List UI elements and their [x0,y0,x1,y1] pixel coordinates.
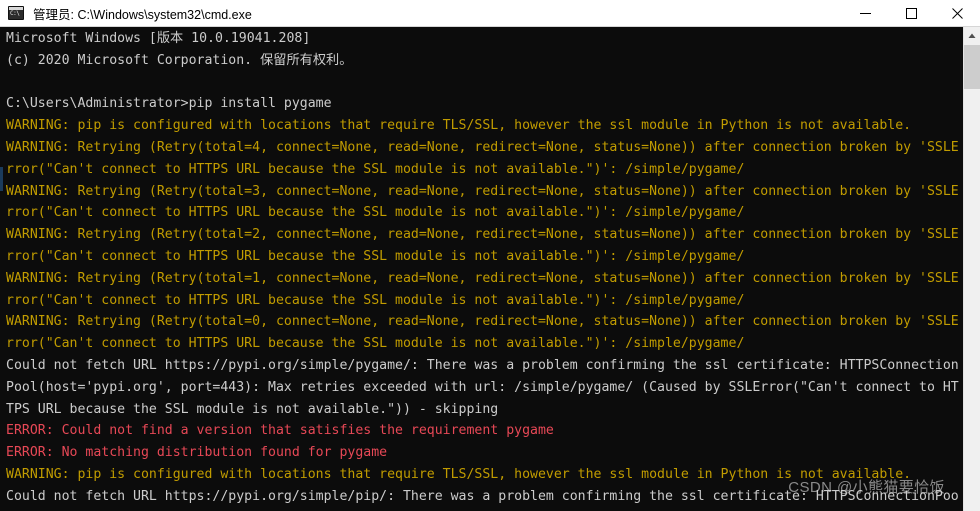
console-line: WARNING: Retrying (Retry(total=0, connec… [6,314,959,330]
chevron-down-icon [968,500,976,505]
console-line: WARNING: pip is configured with location… [6,118,912,134]
minimize-icon [859,12,871,14]
window-title: 管理员: C:\Windows\system32\cmd.exe [33,7,252,22]
console-line: rror("Can't connect to HTTPS URL because… [6,292,745,308]
maximize-button[interactable] [888,0,934,27]
scrollbar-down-arrow-button[interactable] [964,494,980,511]
console-line: (c) 2020 Microsoft Corporation. 保留所有权利。 [6,52,353,68]
maximize-icon [905,7,917,19]
console-line: WARNING: Retrying (Retry(total=1, connec… [6,270,959,286]
console-line: Pool(host='pypi.org', port=443): Max ret… [6,379,959,395]
cmd-window: 管理员: C:\Windows\system32\cmd.exe [0,0,980,511]
console-line: WARNING: Retrying (Retry(total=4, connec… [6,139,959,155]
console-line: ERROR: No matching distribution found fo… [6,445,388,461]
window-left-accent [0,167,3,191]
console-line: rror("Can't connect to HTTPS URL because… [6,205,745,221]
vertical-scrollbar[interactable] [963,27,980,511]
console-line: rror("Can't connect to HTTPS URL because… [6,248,745,264]
chevron-up-icon [968,33,976,38]
console-line: WARNING: pip is configured with location… [6,466,912,482]
console-line-list: Microsoft Windows [版本 10.0.19041.208] (c)… [6,28,963,511]
console-line: l(host='pypi.org', port=443): Max retrie… [6,508,963,511]
close-icon [951,7,963,19]
scrollbar-up-arrow-button[interactable] [964,27,980,44]
console-line: rror("Can't connect to HTTPS URL because… [6,161,745,177]
cmd-icon [8,6,24,20]
console-line: Microsoft Windows [版本 10.0.19041.208] [6,31,311,46]
window-controls [842,0,980,27]
console-line: WARNING: Retrying (Retry(total=3, connec… [6,183,959,199]
console-output-area[interactable]: Microsoft Windows [版本 10.0.19041.208] (c)… [0,27,963,511]
console-line: Could not fetch URL https://pypi.org/sim… [6,488,959,504]
console-line: rror("Can't connect to HTTPS URL because… [6,336,745,352]
console-line: TPS URL because the SSL module is not av… [6,401,499,417]
window-left-edge [0,27,3,511]
console-line: ERROR: Could not find a version that sat… [6,423,554,439]
titlebar-left-group: 管理员: C:\Windows\system32\cmd.exe [0,4,842,23]
close-button[interactable] [934,0,980,27]
scrollbar-thumb[interactable] [964,45,980,89]
console-line: Could not fetch URL https://pypi.org/sim… [6,357,959,373]
console-line: WARNING: Retrying (Retry(total=2, connec… [6,227,959,243]
console-line: C:\Users\Administrator>pip install pygam… [6,96,332,112]
minimize-button[interactable] [842,0,888,27]
window-titlebar[interactable]: 管理员: C:\Windows\system32\cmd.exe [0,0,980,27]
